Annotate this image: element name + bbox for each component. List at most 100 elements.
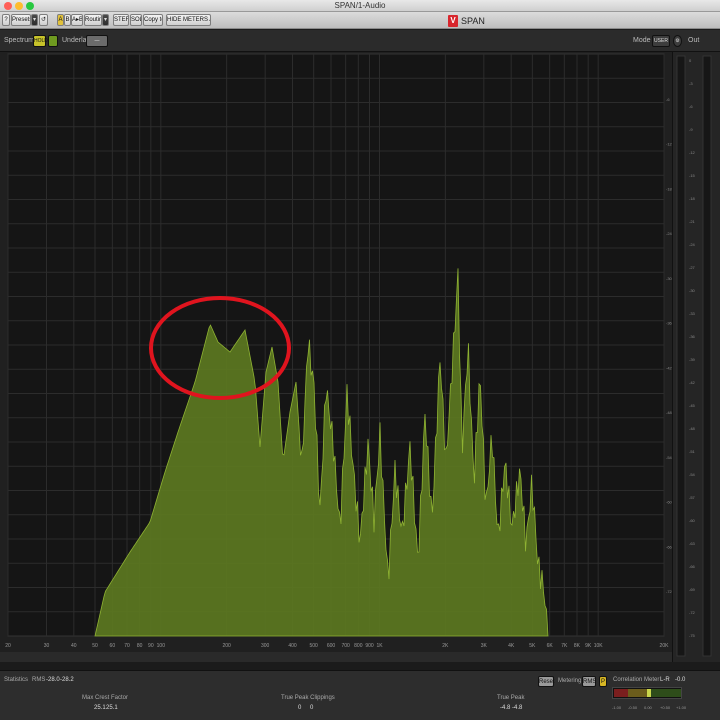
routing-button[interactable]: Routing <box>84 14 102 26</box>
meter-tick-label: -57 <box>689 495 696 500</box>
freq-tick-label: 200 <box>222 643 231 649</box>
metering-label: Metering <box>558 678 582 684</box>
hold-button[interactable]: HOLD <box>33 35 48 47</box>
freq-tick-label: 60 <box>110 643 116 649</box>
freq-tick-label: 5K <box>529 643 536 649</box>
stereo-button[interactable]: STEREO <box>113 14 129 26</box>
rms-left-value: -28.0 <box>46 677 60 683</box>
meter-tick-label: -48 <box>689 426 696 431</box>
meter-tick-label: -27 <box>689 265 696 270</box>
freq-tick-label: 4K <box>508 643 515 649</box>
meter-tick-label: -60 <box>689 518 696 523</box>
preset-b-button[interactable]: B <box>64 14 71 26</box>
freq-tick-label: 300 <box>261 643 270 649</box>
freq-tick-label: 50 <box>92 643 98 649</box>
peak-button[interactable]: P <box>599 676 607 687</box>
meter-tick-label: -51 <box>689 449 696 454</box>
true-peak-clippings-label: True Peak Clippings <box>281 695 335 701</box>
presets-dropdown-icon[interactable]: ▾ <box>31 14 38 26</box>
freq-tick-label: 20 <box>5 643 11 649</box>
freq-tick-label: 10K <box>594 643 604 649</box>
freq-tick-label: 70 <box>124 643 130 649</box>
true-peak-left: -4.8 <box>500 705 511 711</box>
spectrum-display[interactable]: -6 -12 -18 -24 -30 -36 -42 -48 -54 -60 -66 -72 20 30 4… <box>0 52 672 652</box>
meter-tick-label: -18 <box>689 196 696 201</box>
minimize-window-button[interactable] <box>15 2 23 10</box>
spectrum-graph[interactable]: -6-12-18-24-30-36-42-48-54-60-66-7220 30 4… <box>0 52 672 652</box>
freq-tick-label: 500 <box>310 643 319 649</box>
meter-tick-label: -42 <box>689 380 696 385</box>
meter-tick-label: -54 <box>689 472 696 477</box>
output-meter-graph: 0-3-6-9-12-15-18-21-24-27-30-33-36-39-42… <box>673 52 720 662</box>
metering-select[interactable]: RMS <box>582 676 596 687</box>
max-crest-label: Max Crest Factor <box>82 695 129 701</box>
meter-tick-label: -24 <box>689 242 696 247</box>
close-window-button[interactable] <box>4 2 12 10</box>
freq-tick-label: 9K <box>585 643 592 649</box>
reset-button[interactable]: Reset <box>538 676 555 687</box>
clippings-right: 0 <box>310 705 314 711</box>
freq-tick-label: 90 <box>148 643 154 649</box>
undo-icon[interactable]: ↺ <box>39 14 48 26</box>
meter-tick-label: -15 <box>689 173 696 178</box>
true-peak-label: True Peak <box>497 695 525 701</box>
freq-tick-label: 1K <box>376 643 383 649</box>
presets-button[interactable]: Presets <box>11 14 31 26</box>
mode-select[interactable]: USER <box>652 35 670 47</box>
window-title: SPAN/1-Audio <box>334 1 386 10</box>
freq-tick-label: 20K <box>660 643 670 649</box>
brand: V SPAN <box>448 14 485 28</box>
correlation-channel: L-R <box>660 677 670 683</box>
meter-tick-label: -72 <box>689 610 696 615</box>
routing-dropdown-icon[interactable]: ▾ <box>102 14 109 26</box>
brand-name: SPAN <box>461 16 485 26</box>
freq-tick-label: 400 <box>288 643 297 649</box>
zoom-window-button[interactable] <box>26 2 34 10</box>
host-toolbar: ? Presets ▾ ↺ A B A▸B Routing ▾ STEREO S… <box>0 12 720 29</box>
out-label: Out <box>688 37 700 44</box>
correlation-value: -0.0 <box>675 677 686 683</box>
freq-tick-label: 7K <box>561 643 568 649</box>
copy-to-button[interactable]: Copy to <box>143 14 163 26</box>
statistics-title: Statistics <box>4 677 29 683</box>
freq-tick-label: 6K <box>547 643 554 649</box>
correlation-scale-label: -0.50 <box>628 705 638 710</box>
meter-tick-label: -45 <box>689 403 696 408</box>
clippings-left: 0 <box>298 705 302 711</box>
freq-tick-label: 800 <box>354 643 363 649</box>
spectrum-label: Spectrum <box>4 37 34 44</box>
solo-button[interactable]: SOLO <box>130 14 142 26</box>
meter-tick-label: -12 <box>689 150 696 155</box>
freq-tick-label: 30 <box>44 643 50 649</box>
freq-tick-label: 600 <box>327 643 336 649</box>
max-crest-right: 25.1 <box>106 705 118 711</box>
correlation-scale-label: +1.00 <box>676 705 687 710</box>
hide-meters-button[interactable]: HIDE METERS AND STATS <box>166 14 211 26</box>
meter-tick-label: -66 <box>689 564 696 569</box>
preset-a-button[interactable]: A <box>57 14 64 26</box>
brand-logo-icon: V <box>448 15 458 27</box>
freq-tick-label: 8K <box>574 643 581 649</box>
mode-label: Mode <box>633 37 651 44</box>
freq-tick-label: 80 <box>137 643 143 649</box>
help-button[interactable]: ? <box>2 14 10 26</box>
freq-tick-label: 40 <box>71 643 77 649</box>
freq-tick-label: 700 <box>341 643 350 649</box>
settings-gear-icon[interactable]: ⚙ <box>673 35 682 47</box>
copy-a-to-b-button[interactable]: A▸B <box>71 14 83 26</box>
correlation-indicator <box>647 689 651 697</box>
underlay-select[interactable]: — <box>86 35 108 47</box>
meter-tick-label: -30 <box>689 288 696 293</box>
true-peak-right: -4.8 <box>512 705 523 711</box>
meter-tick-label: -75 <box>689 633 696 638</box>
correlation-scale-label: 0.00 <box>644 705 652 710</box>
meter-tick-label: -39 <box>689 357 696 362</box>
meter-tick-label: -69 <box>689 587 696 592</box>
freq-scale-strip <box>0 652 672 662</box>
window-titlebar: SPAN/1-Audio <box>0 0 720 12</box>
underlay-color-button[interactable] <box>48 35 58 47</box>
freq-tick-label: 100 <box>157 643 166 649</box>
correlation-label: Correlation Meter <box>613 677 660 683</box>
freq-tick-label: 3K <box>481 643 488 649</box>
meter-tick-label: -36 <box>689 334 696 339</box>
